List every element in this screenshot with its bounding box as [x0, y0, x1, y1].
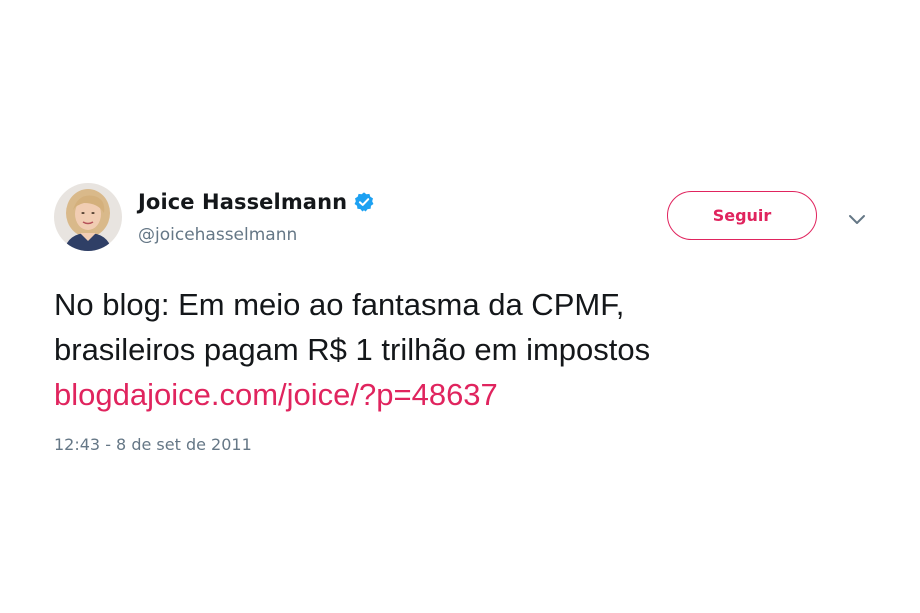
profile-photo-icon [54, 183, 122, 251]
tweet-text-line: brasileiros pagam R$ 1 trilhão em impost… [54, 332, 651, 367]
verified-badge-icon [353, 191, 375, 213]
author-name-row: Joice Hasselmann [138, 187, 375, 217]
tweet-text-line: No blog: Em meio ao fantasma da CPMF, [54, 287, 625, 322]
tweet-link[interactable]: blogdajoice.com/joice/?p=48637 [54, 377, 498, 412]
author-handle[interactable]: @joicehasselmann [138, 225, 297, 245]
tweet-timestamp[interactable]: 12:43 - 8 de set de 2011 [54, 435, 252, 454]
tweet-card: Joice Hasselmann @joicehasselmann Seguir… [0, 0, 920, 613]
author-avatar[interactable] [54, 183, 122, 251]
author-name[interactable]: Joice Hasselmann [138, 190, 347, 214]
follow-button[interactable]: Seguir [667, 191, 817, 240]
tweet-text: No blog: Em meio ao fantasma da CPMF, br… [54, 282, 894, 417]
chevron-down-icon[interactable] [846, 210, 868, 228]
